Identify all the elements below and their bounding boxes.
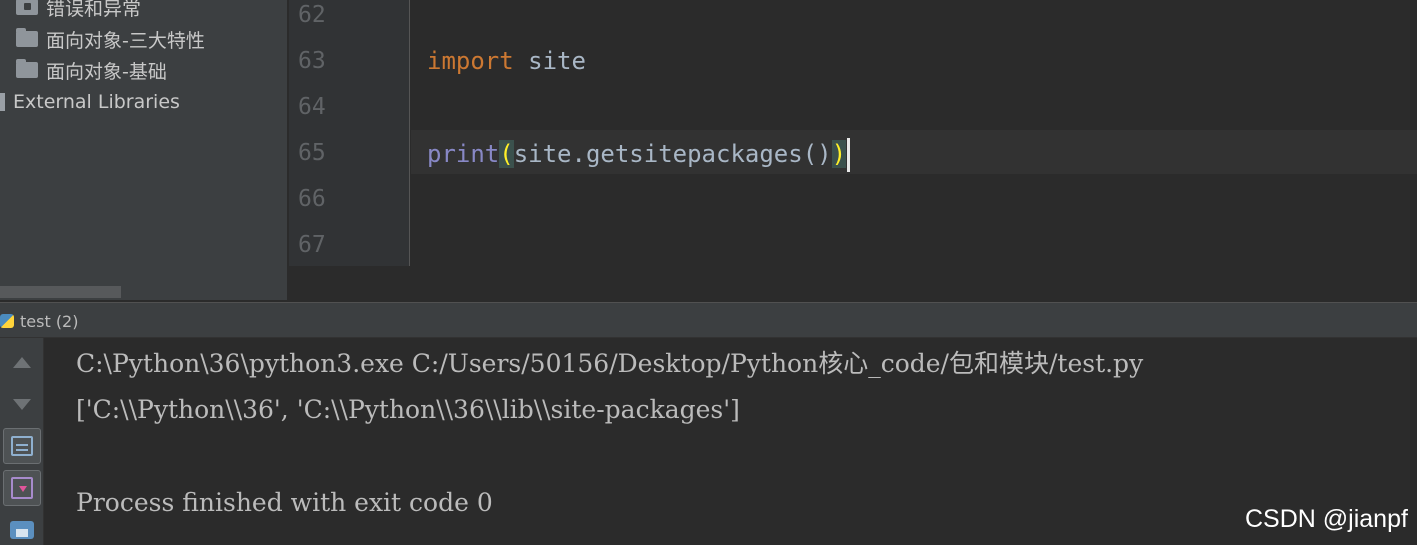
console-exit-message: Process finished with exit code 0 [76,488,493,517]
line-number: 64 [298,94,326,120]
run-tool-window-header: test (2) [0,302,1417,338]
code-line-print: print(site.getsitepackages()) [427,138,851,172]
project-tree-panel: 错误和异常 面向对象-三大特性 面向对象-基础 External Librari… [0,0,287,300]
soft-wrap-icon[interactable] [3,428,41,464]
console-command-line: C:\Python\36\python3.exe C:/Users/50156/… [76,349,1144,378]
open-paren-highlight: ( [499,140,514,168]
text-caret [847,138,851,172]
tree-item-external-libraries[interactable]: External Libraries [0,87,180,117]
scroll-to-end-icon[interactable] [3,470,41,506]
package-folder-icon [16,0,38,15]
run-tab-test[interactable]: test (2) [0,303,78,339]
line-number: 62 [298,2,326,28]
line-number: 65 [298,140,326,166]
tree-item-oop-three-features[interactable]: 面向对象-三大特性 [16,24,205,54]
folder-icon [16,28,38,47]
console-output-line: ['C:\\Python\\36', 'C:\\Python\\36\\lib\… [76,395,740,424]
tree-item-label: 错误和异常 [46,0,142,20]
library-icon [0,93,5,111]
code-line-import: import site [427,46,586,76]
editor-bottom-area [289,266,1417,302]
tree-item-label: 面向对象-三大特性 [46,29,205,52]
line-number: 66 [298,186,326,212]
builtin-print: print [427,140,500,168]
call-expression: site.getsitepackages() [513,140,832,168]
editor-gutter [289,0,410,266]
print-icon[interactable] [3,512,41,545]
tree-item-label: 面向对象-基础 [46,60,167,83]
keyword-import: import [427,47,514,75]
line-number: 63 [298,48,326,74]
python-icon [0,314,14,328]
close-paren-highlight: ) [831,140,847,168]
run-tab-label: test (2) [20,311,79,331]
line-number: 67 [298,232,326,258]
watermark: CSDN @jianpf [1245,505,1408,533]
tree-item-label: External Libraries [13,91,180,113]
tree-item-errors-exceptions[interactable]: 错误和异常 [16,0,141,22]
folder-icon [16,59,38,78]
up-arrow-icon[interactable] [3,344,41,380]
down-arrow-icon[interactable] [3,386,41,422]
import-module: site [513,47,586,75]
run-toolbar [0,338,44,545]
horizontal-scrollbar[interactable] [0,286,121,298]
tree-item-oop-basics[interactable]: 面向对象-基础 [16,55,167,85]
